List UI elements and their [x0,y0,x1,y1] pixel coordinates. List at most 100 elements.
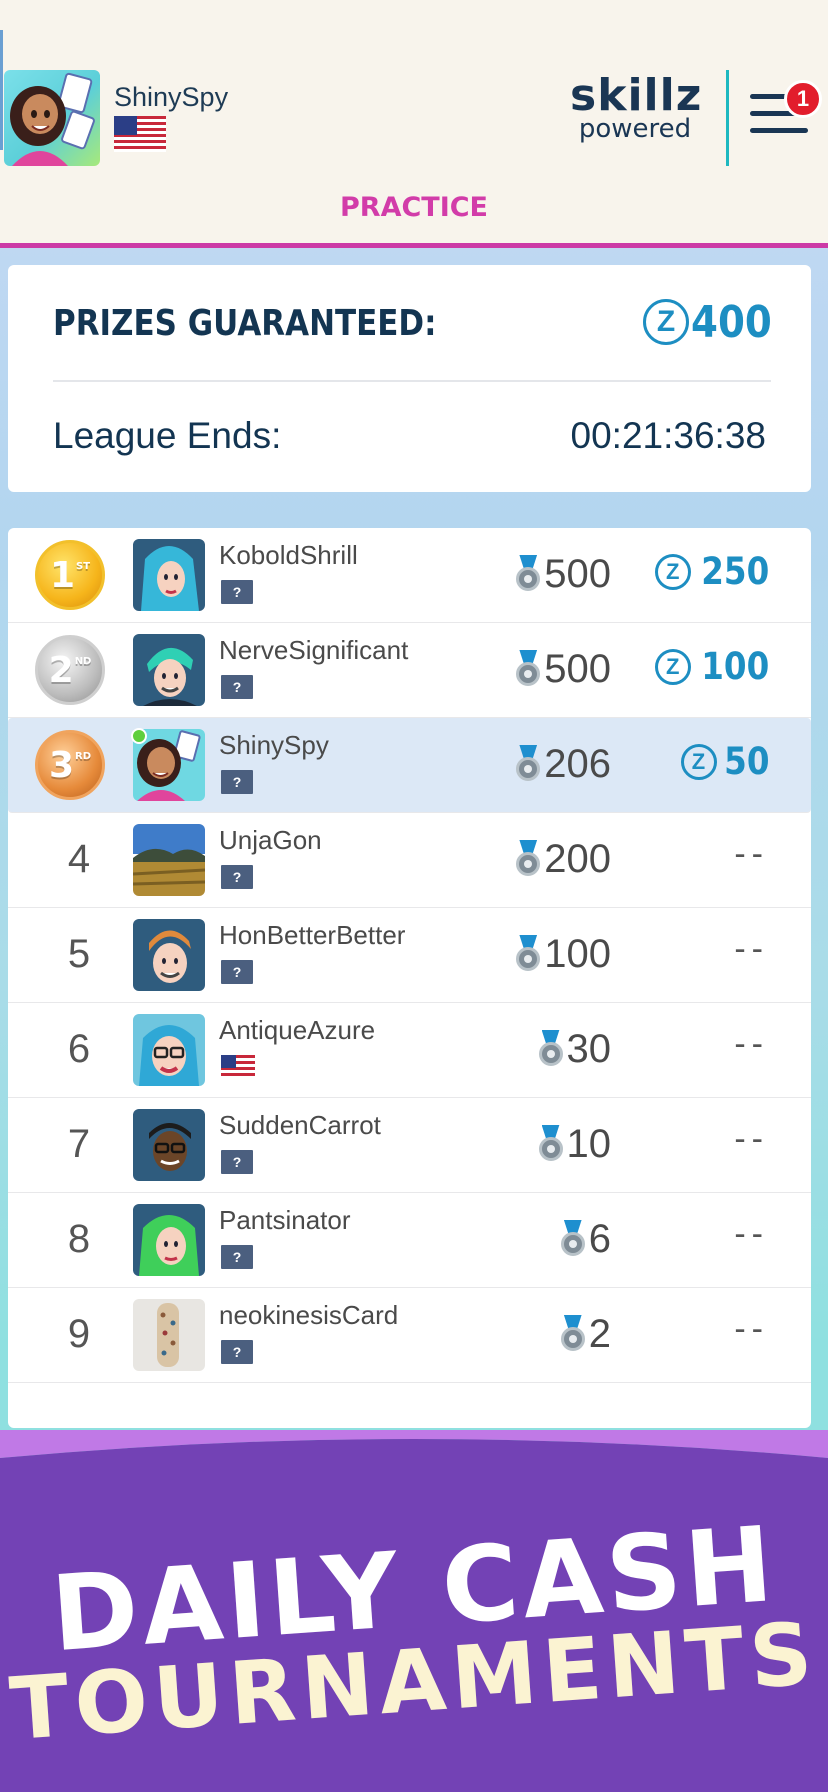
player-name: SuddenCarrot [219,1110,381,1140]
unknown-flag-icon: ? [221,770,253,794]
leaderboard-row[interactable]: 2 ND NerveSignificant ? 500 Z 100 [8,623,811,718]
score-value: 500 [544,647,611,691]
player-score: 30 [538,1027,612,1072]
leaderboard-row[interactable]: 4 UnjaGon ? 200 -- [8,813,811,908]
player-payout: -- [734,835,769,874]
leaderboard-row-current-user[interactable]: 3 RD ShinySpy ? 206 Z 50 [8,718,811,813]
player-payout: Z 50 [680,740,769,783]
player-score: 10 [538,1122,612,1167]
player-name: KoboldShrill [219,540,358,570]
header-divider [726,70,729,166]
prize-card: PRIZES GUARANTEED: Z 400 League Ends: 00… [8,265,811,492]
score-value: 206 [544,742,611,786]
player-name: UnjaGon [219,825,322,855]
medal-score-icon [560,1314,585,1355]
no-payout: -- [734,930,769,968]
logo-line2: powered [578,114,692,144]
menu-icon-bar [750,128,808,133]
score-value: 30 [566,1027,612,1071]
league-ends-label: League Ends: [53,415,282,456]
player-name: NerveSignificant [219,635,409,665]
medal-score-icon [516,839,541,880]
player-payout: -- [734,1310,769,1349]
player-payout: Z 100 [654,645,769,688]
header-edge-line [0,30,3,150]
score-value: 2 [588,1312,611,1356]
notification-badge: 1 [784,80,822,118]
unknown-flag-icon: ? [221,865,253,889]
us-flag-icon [114,116,166,152]
medal-score-icon [516,934,541,975]
leaderboard-row[interactable]: 1 ST KoboldShrill ? 500 Z 250 [8,528,811,623]
rank-number: 4 [67,837,91,881]
unknown-flag-icon: ? [221,1245,253,1269]
player-score: 200 [516,837,611,882]
player-avatar [133,539,205,611]
player-payout: -- [734,930,769,969]
leaderboard-row[interactable]: 9 neokinesisCard ? 2 -- [8,1288,811,1383]
medal-score-icon [516,744,541,785]
score-value: 200 [544,837,611,881]
player-score: 206 [516,742,611,787]
player-payout: -- [734,1120,769,1159]
player-score: 500 [516,647,611,692]
player-name: ShinySpy [219,730,329,760]
no-payout: -- [734,1120,769,1158]
rank-number: 9 [67,1312,91,1356]
player-avatar [133,1109,205,1181]
player-avatar [133,919,205,991]
prizes-guaranteed-label: PRIZES GUARANTEED: [53,303,437,344]
skillz-logo: skillz powered [570,74,701,144]
unknown-flag-icon: ? [221,675,253,699]
player-score: 6 [560,1217,611,1262]
unknown-flag-icon: ? [221,1150,253,1174]
leaderboard-row[interactable]: 7 SuddenCarrot ? 10 -- [8,1098,811,1193]
medal-score-icon [538,1124,563,1165]
leaderboard: 1 ST KoboldShrill ? 500 Z 250 2 ND NerveSi… [8,528,811,1428]
z-coin-icon: Z [654,553,691,590]
rank-number: 7 [67,1122,91,1166]
rank-number: 6 [67,1027,91,1071]
medal-score-icon [516,649,541,690]
leaderboard-row[interactable]: 6 AntiqueAzure 30 -- [8,1003,811,1098]
score-value: 6 [588,1217,611,1261]
score-value: 100 [544,932,611,976]
leaderboard-row[interactable]: 8 Pantsinator ? 6 -- [8,1193,811,1288]
player-payout: -- [734,1025,769,1064]
player-avatar [133,634,205,706]
payout-value: 100 [701,645,769,688]
player-avatar [133,1014,205,1086]
divider [53,380,771,382]
player-avatar [133,1204,205,1276]
payout-value: 250 [701,550,769,593]
us-flag-icon [221,1055,255,1079]
leaderboard-row[interactable]: 5 HonBetterBetter ? 100 -- [8,908,811,1003]
player-payout: Z 250 [654,550,769,593]
rank-number: 8 [67,1217,91,1261]
silver-medal-icon: 2 ND [35,635,105,705]
player-score: 100 [516,932,611,977]
profile-avatar[interactable] [4,70,100,166]
medal-score-icon [516,554,541,595]
gold-medal-icon: 1 ST [35,540,105,610]
unknown-flag-icon: ? [221,1340,253,1364]
score-value: 10 [566,1122,612,1166]
no-payout: -- [734,1215,769,1253]
medal-score-icon [560,1219,585,1260]
profile-username: ShinySpy [114,82,229,112]
player-avatar [133,1299,205,1371]
no-payout: -- [734,1025,769,1063]
payout-value: 50 [723,740,769,783]
player-name: Pantsinator [219,1205,351,1235]
score-value: 500 [544,552,611,596]
mode-label: PRACTICE [339,192,488,223]
no-payout: -- [734,1310,769,1348]
player-avatar [133,824,205,896]
online-status-icon [131,728,147,744]
league-countdown: 00:21:36:38 [570,415,766,456]
unknown-flag-icon: ? [221,580,253,604]
app-header: ShinySpy skillz powered 1 PRACTICE [0,0,828,248]
bronze-medal-icon: 3 RD [35,730,105,800]
z-coin-icon: Z [680,743,717,780]
player-name: neokinesisCard [219,1300,399,1330]
